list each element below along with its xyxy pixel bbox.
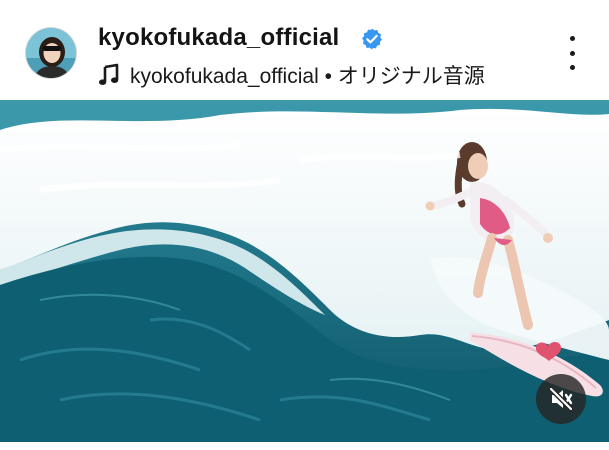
more-options-button[interactable] — [560, 36, 584, 70]
verified-badge-icon — [362, 28, 382, 50]
avatar-photo — [26, 28, 76, 78]
username[interactable]: kyokofukada_official — [98, 24, 339, 52]
mute-toggle-button[interactable] — [536, 374, 586, 424]
post-footer-strip — [0, 442, 609, 450]
post-header: kyokofukada_official kyokofukada_officia… — [0, 0, 609, 100]
more-options-dot — [569, 65, 575, 70]
audio-attribution[interactable]: kyokofukada_official • オリジナル音源 — [98, 62, 485, 88]
more-options-icon — [569, 36, 575, 41]
video-frame — [0, 100, 609, 442]
music-note-icon — [99, 63, 119, 85]
audio-label: kyokofukada_official • オリジナル音源 — [130, 65, 485, 88]
speaker-muted-icon — [548, 386, 574, 412]
video-player[interactable] — [0, 100, 609, 442]
more-options-dot — [569, 50, 575, 56]
avatar[interactable] — [26, 28, 76, 78]
